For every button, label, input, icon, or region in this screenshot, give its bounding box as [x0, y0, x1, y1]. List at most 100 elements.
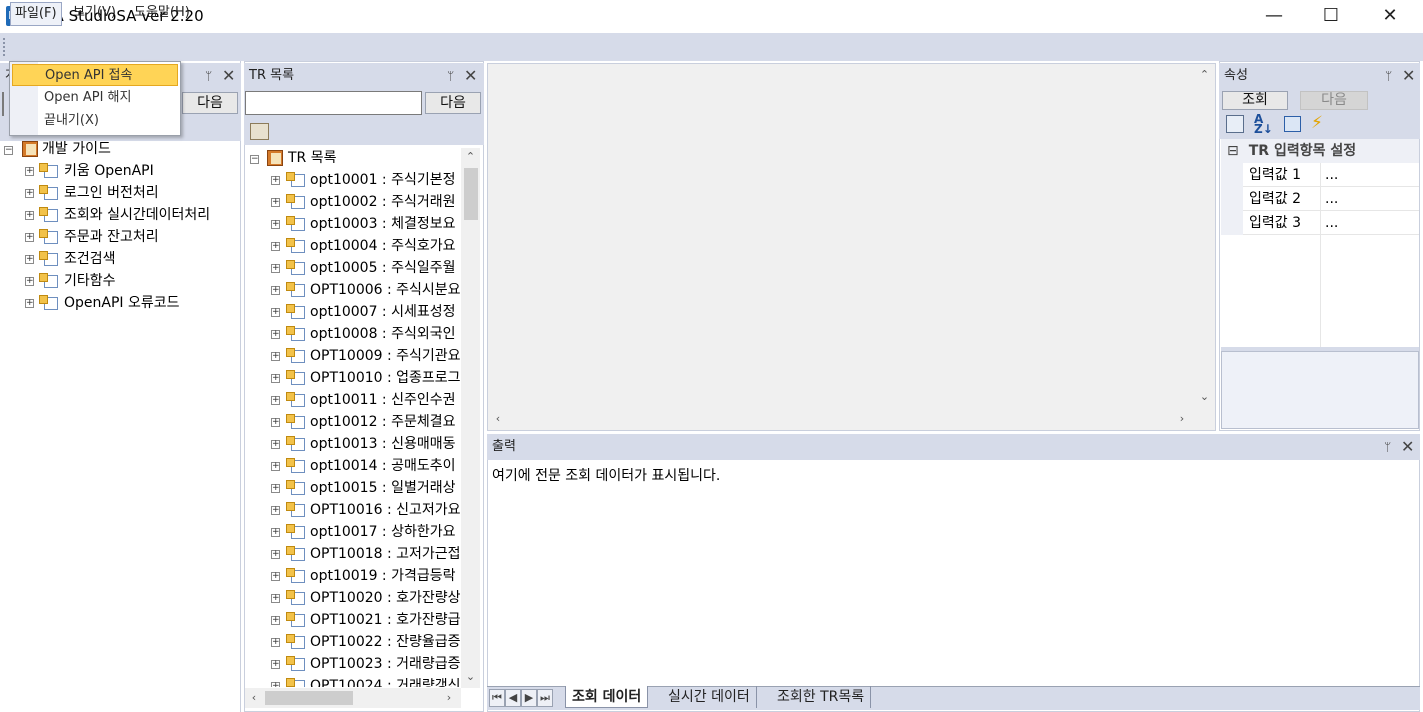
expand-icon[interactable]: + [271, 176, 280, 185]
scroll-left-icon[interactable]: ‹ [492, 412, 504, 425]
property-row[interactable]: 입력값 3... [1243, 211, 1419, 235]
expand-icon[interactable]: + [271, 352, 280, 361]
pin-icon[interactable]: ᛘ [1385, 63, 1392, 89]
tr-list-icon[interactable] [250, 123, 269, 140]
close-icon[interactable]: ✕ [464, 63, 477, 88]
expand-icon[interactable]: + [271, 638, 280, 647]
tr-list-item[interactable]: OPT10023 : 거래량급증 [310, 653, 461, 675]
collapse-icon[interactable]: − [4, 146, 13, 155]
menu-help[interactable]: 도움말(H) [130, 2, 194, 26]
prev-tab-icon[interactable]: ◀ [505, 689, 521, 707]
scroll-down-icon[interactable]: ⌄ [1194, 390, 1215, 403]
events-icon[interactable]: ⚡ [1311, 113, 1329, 133]
expand-icon[interactable]: + [271, 572, 280, 581]
menu-item-open-api-disconnect[interactable]: Open API 해지 [12, 87, 178, 109]
expand-icon[interactable]: + [25, 211, 34, 220]
expand-icon[interactable]: + [271, 330, 280, 339]
tr-list-item[interactable]: OPT10016 : 신고저가요 [310, 499, 461, 521]
expand-icon[interactable]: + [271, 484, 280, 493]
pin-icon[interactable]: ᛘ [1384, 434, 1391, 460]
tr-list-item[interactable]: opt10019 : 가격급등락 [310, 565, 456, 587]
properties-next-button[interactable]: 다음 [1300, 91, 1368, 110]
expand-icon[interactable]: + [25, 167, 34, 176]
minimize-button[interactable]: — [1245, 0, 1303, 33]
tr-list-item[interactable]: OPT10021 : 호가잔량급 [310, 609, 461, 631]
expand-icon[interactable]: + [271, 418, 280, 427]
expand-icon[interactable]: + [271, 616, 280, 625]
tr-horizontal-scrollbar[interactable]: ‹ › [245, 688, 461, 708]
menu-view[interactable]: 보기(V) [69, 2, 120, 26]
collapse-icon[interactable]: ⊟ [1227, 143, 1239, 159]
scroll-up-icon[interactable]: ⌃ [461, 150, 480, 163]
tr-list-item[interactable]: opt10001 : 주식기본정 [310, 169, 456, 191]
expand-icon[interactable]: + [25, 255, 34, 264]
pin-icon[interactable]: ᛘ [205, 63, 212, 89]
tr-list-item[interactable]: opt10013 : 신용매매동 [310, 433, 456, 455]
menu-item-open-api-connect[interactable]: Open API 접속 [12, 64, 178, 86]
tr-list-item[interactable]: OPT10018 : 고저가근접 [310, 543, 461, 565]
close-button[interactable]: ✕ [1361, 0, 1419, 33]
tr-list-item[interactable]: OPT10024 : 거래량갱신 [310, 675, 461, 687]
expand-icon[interactable]: + [271, 682, 280, 687]
next-tab-icon[interactable]: ▶ [521, 689, 537, 707]
expand-icon[interactable]: + [25, 299, 34, 308]
maximize-button[interactable]: ☐ [1302, 0, 1360, 33]
scroll-up-icon[interactable]: ⌃ [1194, 68, 1215, 81]
tr-list-item[interactable]: opt10011 : 신주인수권 [310, 389, 456, 411]
tr-search-input[interactable] [245, 91, 422, 115]
tr-list-item[interactable]: opt10012 : 주문체결요 [310, 411, 456, 433]
expand-icon[interactable]: + [271, 506, 280, 515]
guide-tree-root[interactable]: 개발 가이드 [42, 138, 111, 160]
tr-list-item[interactable]: OPT10010 : 업종프로그 [310, 367, 461, 389]
document-horizontal-scrollbar[interactable]: ‹ › [488, 408, 1194, 430]
tr-list-item[interactable]: opt10014 : 공매도추이 [310, 455, 456, 477]
guide-tree-item[interactable]: 조건검색 [64, 248, 116, 270]
guide-tree-item[interactable]: OpenAPI 오류코드 [64, 292, 180, 314]
close-icon[interactable]: ✕ [1401, 434, 1414, 459]
scroll-right-icon[interactable]: › [1176, 412, 1188, 425]
menu-file[interactable]: 파일(F) [10, 2, 62, 26]
expand-icon[interactable]: + [25, 189, 34, 198]
expand-icon[interactable]: + [271, 594, 280, 603]
tab-query-data[interactable]: 조회 데이터 [565, 686, 649, 708]
guide-next-button[interactable]: 다음 [182, 92, 238, 114]
property-row[interactable]: 입력값 2... [1243, 187, 1419, 211]
property-pages-icon[interactable] [1284, 116, 1301, 132]
scroll-right-icon[interactable]: › [443, 691, 455, 704]
expand-icon[interactable]: + [271, 264, 280, 273]
tr-list-item[interactable]: OPT10022 : 잔량율급증 [310, 631, 461, 653]
expand-icon[interactable]: + [271, 198, 280, 207]
property-value[interactable]: ... [1325, 211, 1338, 235]
expand-icon[interactable]: + [271, 550, 280, 559]
pin-icon[interactable]: ᛘ [447, 63, 454, 89]
tr-tree-root[interactable]: TR 목록 [288, 147, 337, 169]
collapse-icon[interactable]: − [250, 155, 259, 164]
expand-icon[interactable]: + [25, 233, 34, 242]
tr-list-item[interactable]: OPT10009 : 주식기관요 [310, 345, 461, 367]
expand-icon[interactable]: + [271, 242, 280, 251]
expand-icon[interactable]: + [271, 528, 280, 537]
tr-list-item[interactable]: opt10007 : 시세표성정 [310, 301, 456, 323]
last-tab-icon[interactable]: ⏭ [537, 689, 553, 707]
guide-tree-item[interactable]: 기타함수 [64, 270, 116, 292]
expand-icon[interactable]: + [271, 374, 280, 383]
categorized-icon[interactable] [1226, 115, 1244, 133]
guide-search-input[interactable] [2, 92, 4, 116]
scroll-left-icon[interactable]: ‹ [248, 691, 260, 704]
property-value[interactable]: ... [1325, 187, 1338, 211]
close-icon[interactable]: ✕ [1402, 63, 1415, 88]
scroll-thumb[interactable] [464, 168, 478, 220]
close-icon[interactable]: ✕ [222, 63, 235, 88]
guide-tree-item[interactable]: 주문과 잔고처리 [64, 226, 159, 248]
property-value[interactable]: ... [1325, 163, 1338, 187]
guide-tree-item[interactable]: 조회와 실시간데이터처리 [64, 204, 210, 226]
first-tab-icon[interactable]: ⏮ [489, 689, 505, 707]
tr-list-item[interactable]: opt10017 : 상하한가요 [310, 521, 456, 543]
scroll-thumb[interactable] [265, 691, 353, 705]
tr-vertical-scrollbar[interactable]: ⌃ ⌄ [461, 148, 480, 688]
expand-icon[interactable]: + [271, 286, 280, 295]
expand-icon[interactable]: + [271, 462, 280, 471]
menu-item-exit[interactable]: 끝내기(X) [12, 110, 178, 132]
tab-queried-tr-list[interactable]: 조회한 TR목록 [771, 686, 872, 708]
tr-next-button[interactable]: 다음 [425, 92, 481, 114]
